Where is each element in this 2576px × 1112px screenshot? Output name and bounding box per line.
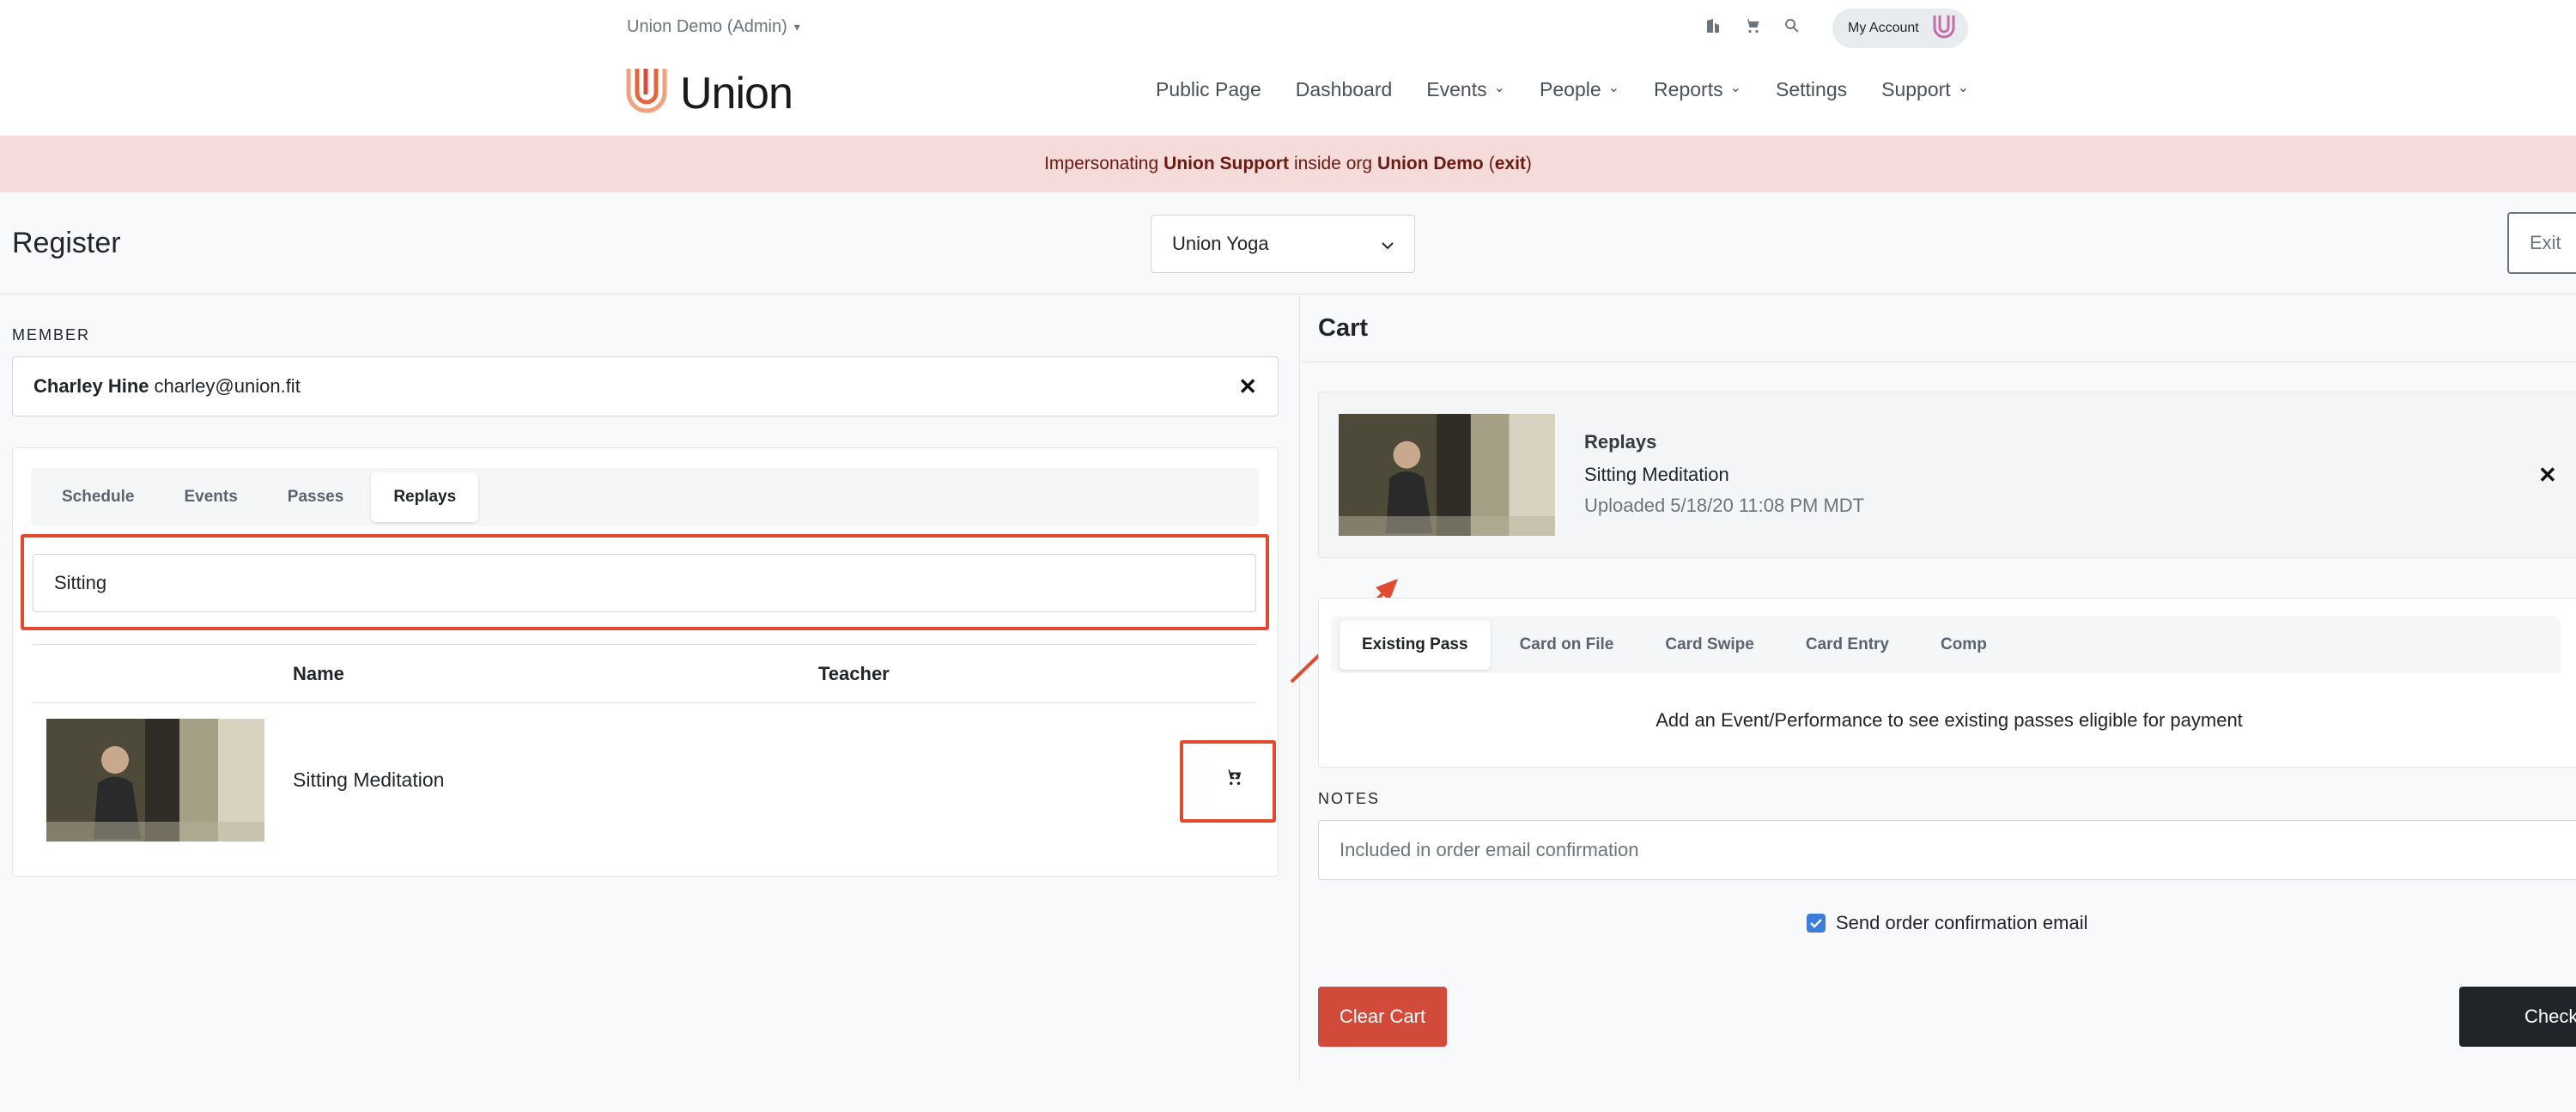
replay-row-name: Sitting Meditation — [293, 769, 445, 791]
nav-reports[interactable]: Reports — [1654, 78, 1741, 101]
tab-events[interactable]: Events — [161, 472, 259, 522]
org-switcher[interactable]: Union Demo (Admin) ▾ — [627, 17, 800, 37]
nav-settings[interactable]: Settings — [1776, 78, 1847, 101]
tab-comp[interactable]: Comp — [1918, 620, 2009, 670]
column-divider — [1299, 295, 1300, 1080]
clear-cart-button[interactable]: Clear Cart — [1318, 987, 1447, 1047]
member-value: Charley Hine charley@union.fit — [33, 375, 301, 398]
location-select[interactable]: Union Yoga — [1151, 215, 1415, 273]
my-account-label: My Account — [1848, 21, 1919, 35]
tab-card-on-file[interactable]: Card on File — [1498, 620, 1637, 670]
nav-dashboard[interactable]: Dashboard — [1296, 78, 1393, 101]
notes-label: NOTES — [1318, 790, 1381, 807]
replay-search-input[interactable] — [33, 554, 1256, 612]
nav-events[interactable]: Events — [1426, 78, 1505, 101]
cart-item-thumbnail — [1339, 414, 1555, 536]
union-logo-icon — [1931, 13, 1957, 45]
member-label: MEMBER — [12, 326, 91, 343]
tab-schedule[interactable]: Schedule — [39, 472, 156, 522]
top-navbar — [0, 0, 2576, 136]
send-confirmation-toggle[interactable]: Send order confirmation email — [1807, 912, 2087, 934]
impersonation-prefix: Impersonating — [1044, 154, 1159, 173]
impersonation-exit-link[interactable]: exit — [1495, 154, 1526, 174]
tab-existing-pass[interactable]: Existing Pass — [1340, 620, 1491, 670]
top-icon-group — [1704, 17, 1801, 39]
send-confirmation-label: Send order confirmation email — [1836, 912, 2088, 933]
checkbox[interactable] — [1807, 914, 1826, 933]
replay-thumbnail — [46, 719, 264, 842]
catalog-tabs: Schedule Events Passes Replays — [31, 468, 1259, 526]
impersonation-banner: Impersonating Union Support inside org U… — [0, 136, 2576, 192]
main-nav: Public Page Dashboard Events People Repo… — [1156, 78, 1969, 101]
cart-item-uploaded: Uploaded 5/18/20 11:08 PM MDT — [1584, 495, 1865, 516]
add-to-cart-icon[interactable] — [1224, 768, 1243, 787]
close-icon[interactable]: ✕ — [2538, 462, 2557, 489]
page-title: Register — [12, 227, 121, 259]
table-divider — [33, 702, 1256, 703]
impersonation-close-paren: ) — [1525, 154, 1532, 173]
location-select-value: Union Yoga — [1172, 233, 1269, 254]
cart-item-name: Sitting Meditation — [1584, 464, 1729, 485]
exit-button[interactable]: Exit — [2507, 212, 2576, 274]
brand-logo[interactable]: Union — [625, 65, 793, 121]
nav-people[interactable]: People — [1540, 78, 1619, 101]
org-switcher-label: Union Demo (Admin) — [627, 17, 787, 36]
checkout-button[interactable]: Checkout — [2459, 987, 2576, 1047]
cart-item-type: Replays — [1584, 431, 1657, 453]
notes-input[interactable] — [1318, 820, 2576, 880]
cart-icon[interactable] — [1744, 17, 1761, 39]
tab-replays[interactable]: Replays — [371, 472, 479, 522]
my-account-button[interactable]: My Account — [1832, 9, 1968, 48]
impersonated-user: Union Support — [1163, 154, 1289, 173]
column-header-teacher: Teacher — [818, 663, 890, 684]
union-logo-icon — [625, 65, 668, 121]
brand-name: Union — [680, 68, 793, 118]
payment-message: Add an Event/Performance to see existing… — [1656, 709, 2243, 731]
divider — [0, 294, 2576, 295]
cart-title: Cart — [1318, 314, 1369, 342]
member-email: charley@union.fit — [154, 375, 301, 397]
payment-tabs: Existing Pass Card on File Card Swipe Ca… — [1331, 617, 2561, 673]
impersonation-mid: inside org — [1293, 154, 1373, 173]
impersonation-open-paren: ( — [1488, 154, 1495, 173]
table-divider — [33, 644, 1256, 645]
check-icon — [1810, 919, 1822, 928]
building-icon[interactable] — [1704, 17, 1722, 39]
close-icon[interactable]: ✕ — [1238, 374, 1257, 400]
tab-passes[interactable]: Passes — [265, 472, 367, 522]
member-name: Charley Hine — [33, 375, 149, 397]
column-header-name: Name — [293, 663, 344, 684]
search-icon[interactable] — [1783, 17, 1801, 39]
chevron-down-icon — [1382, 233, 1394, 255]
impersonated-org: Union Demo — [1377, 154, 1484, 173]
tab-card-swipe[interactable]: Card Swipe — [1643, 620, 1776, 670]
nav-public-page[interactable]: Public Page — [1156, 78, 1261, 101]
member-field[interactable]: Charley Hine charley@union.fit ✕ — [12, 356, 1279, 416]
nav-support[interactable]: Support — [1881, 78, 1969, 101]
tab-card-entry[interactable]: Card Entry — [1783, 620, 1911, 670]
chevron-down-icon: ▾ — [793, 20, 800, 33]
